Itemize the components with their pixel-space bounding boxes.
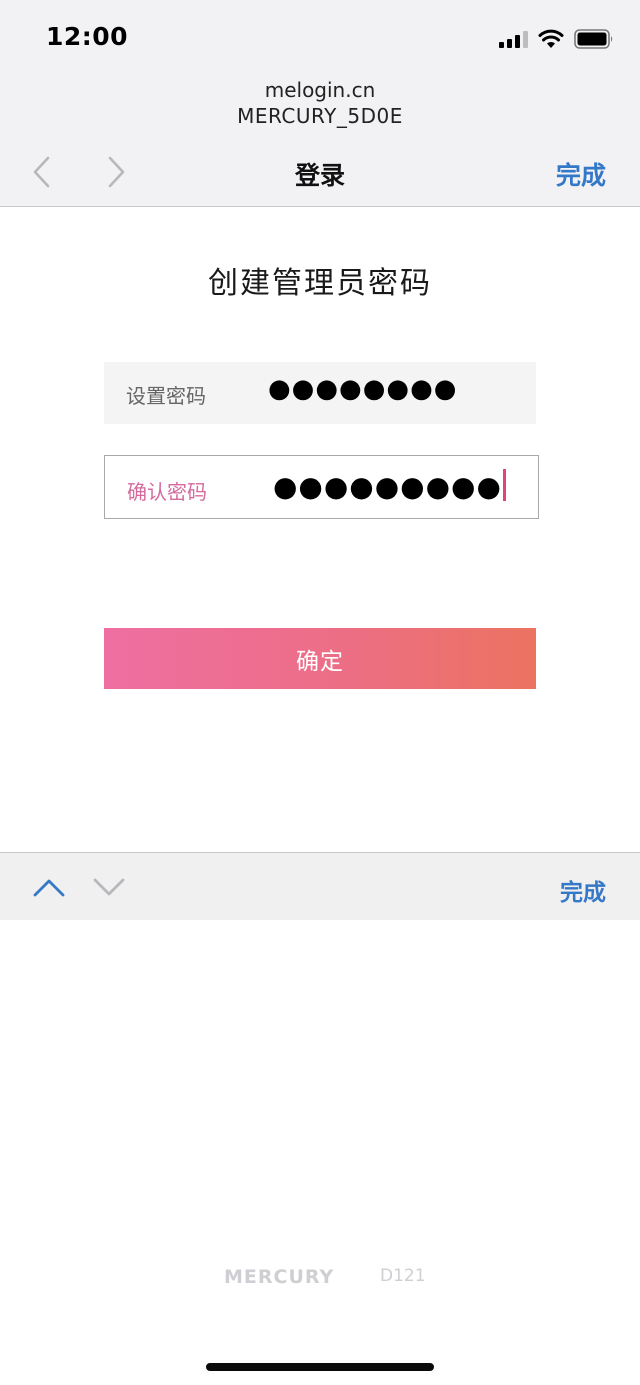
confirm-password-value: ●●●●●●●●● xyxy=(273,470,502,503)
wifi-icon xyxy=(538,29,564,49)
cellular-signal-icon xyxy=(499,30,528,48)
status-bar: 12:00 xyxy=(0,0,640,76)
text-cursor xyxy=(502,469,506,501)
password-label: 设置密码 xyxy=(126,384,206,408)
confirm-button[interactable]: 确定 xyxy=(104,628,536,689)
confirm-password-input[interactable]: ●●●●●●●●● xyxy=(273,469,506,504)
done-button[interactable]: 完成 xyxy=(556,156,606,192)
nav-title: 登录 xyxy=(294,161,345,190)
confirm-password-field[interactable]: 确认密码 ●●●●●●●●● xyxy=(104,455,539,519)
chevron-right-icon[interactable] xyxy=(102,154,130,190)
home-indicator[interactable] xyxy=(206,1363,434,1371)
keyboard-accessory-bar: 完成 xyxy=(0,852,640,920)
keyboard-done-button[interactable]: 完成 xyxy=(560,873,606,907)
password-field[interactable]: 设置密码 ●●●●●●●● xyxy=(104,362,536,424)
url-host[interactable]: melogin.cn xyxy=(0,78,640,102)
browser-header: melogin.cn MERCURY_5D0E 登录 完成 xyxy=(0,76,640,207)
confirm-password-label: 确认密码 xyxy=(127,480,207,504)
brand-logo: MERCURY xyxy=(224,1266,335,1288)
chevron-up-icon[interactable] xyxy=(32,875,66,899)
password-input[interactable]: ●●●●●●●● xyxy=(268,374,458,404)
network-name: MERCURY_5D0E xyxy=(237,104,403,128)
model-number: D121 xyxy=(380,1266,426,1286)
page-title: 创建管理员密码 xyxy=(208,266,432,301)
battery-icon xyxy=(574,29,614,49)
chevron-down-icon[interactable] xyxy=(92,875,126,899)
status-time: 12:00 xyxy=(46,22,129,51)
status-icons xyxy=(499,26,614,52)
chevron-left-icon[interactable] xyxy=(28,154,56,190)
